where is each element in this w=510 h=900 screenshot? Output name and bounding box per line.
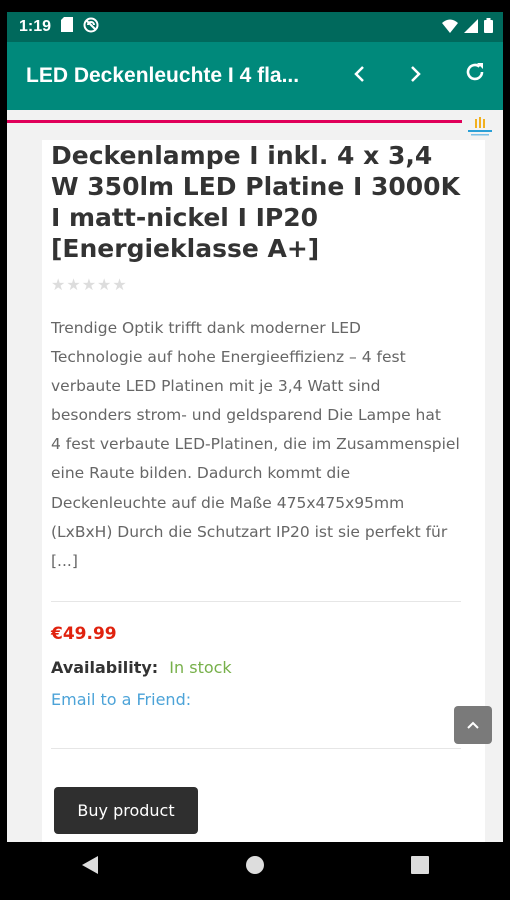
status-right-icons [442,18,493,38]
web-content[interactable]: Deckenlampe I inkl. 4 x 3,4 W 350lm LED … [7,110,503,842]
home-circle-icon [245,855,265,880]
divider [51,748,461,749]
star-icon: ★ [66,277,81,294]
site-logo-icon [465,116,495,138]
reload-button[interactable] [460,60,490,90]
back-button[interactable] [344,60,374,90]
no-cast-icon [83,17,99,38]
sd-card-icon [61,17,74,37]
description-line: Deckenleuchte auf die Maße 475x475x95mm [51,493,405,512]
system-nav-bar [7,842,503,892]
product-card: Deckenlampe I inkl. 4 x 3,4 W 350lm LED … [42,140,485,842]
availability-label: Availability: [51,658,159,677]
star-icon: ★ [97,277,112,294]
battery-icon [484,18,493,38]
description-line: (LxBxH) Durch die Schutzart IP20 ist sie… [51,522,448,541]
star-icon: ★ [112,277,127,294]
product-title-line: Deckenlampe I inkl. 4 x 3,4 [51,141,433,170]
divider [51,601,461,602]
description-line: Trendige Optik trifft dank moderner LED [51,319,361,337]
description-line: besonders strom- und geldsparend Die Lam… [51,406,441,425]
star-icon: ★ [81,277,97,294]
chevron-up-icon [467,716,479,734]
page-title: LED Deckenleuchte I 4 fla... [26,64,300,87]
description-line: 4 fest verbaute LED-Platinen, die im Zus… [51,435,460,454]
chevron-right-icon [410,62,422,88]
nav-home-button[interactable] [225,847,285,887]
page-load-progress [7,120,462,123]
description-line: eine Raute bilden. Dadurch kommt die [51,464,351,483]
email-friend-link[interactable]: Email to a Friend: [51,690,191,709]
availability-value: In stock [169,658,232,677]
scroll-to-top-button[interactable] [454,706,492,744]
status-time: 1:19 [19,18,52,35]
back-triangle-icon [81,855,99,880]
status-bar: 1:19 [7,12,503,42]
product-price: €49.99 [51,624,117,644]
refresh-icon [464,61,486,89]
chevron-left-icon [353,62,365,88]
product-title-line: W 350lm LED Platine I 3000K [51,172,460,201]
device-frame: 1:19 LED Deckenleuchte I 4 fla... Decken… [0,0,510,900]
product-title: Deckenlampe I inkl. 4 x 3,4 W 350lm LED … [51,140,471,264]
product-title-line: I matt-nickel I IP20 [51,203,318,232]
description-line: [...] [51,551,78,570]
description-line: verbaute LED Platinen mit je 3,4 Watt si… [51,377,381,396]
description-line: Technologie auf hohe Energieeffizienz – … [51,348,406,367]
rating-stars: ★ ★ ★ ★ ★ [51,275,127,295]
signal-icon [464,18,478,38]
forward-button[interactable] [401,60,431,90]
wifi-icon [442,19,458,38]
product-description: Trendige Optik trifft dank moderner LED … [51,314,471,576]
product-title-line: [Energieklasse A+] [51,234,320,263]
nav-recents-button[interactable] [390,847,450,887]
buy-product-button[interactable]: Buy product [54,787,198,834]
app-bar: LED Deckenleuchte I 4 fla... [7,42,503,110]
availability: Availability: In stock [51,658,232,677]
nav-back-button[interactable] [60,847,120,887]
star-icon: ★ [51,277,66,294]
recents-square-icon [411,855,430,879]
